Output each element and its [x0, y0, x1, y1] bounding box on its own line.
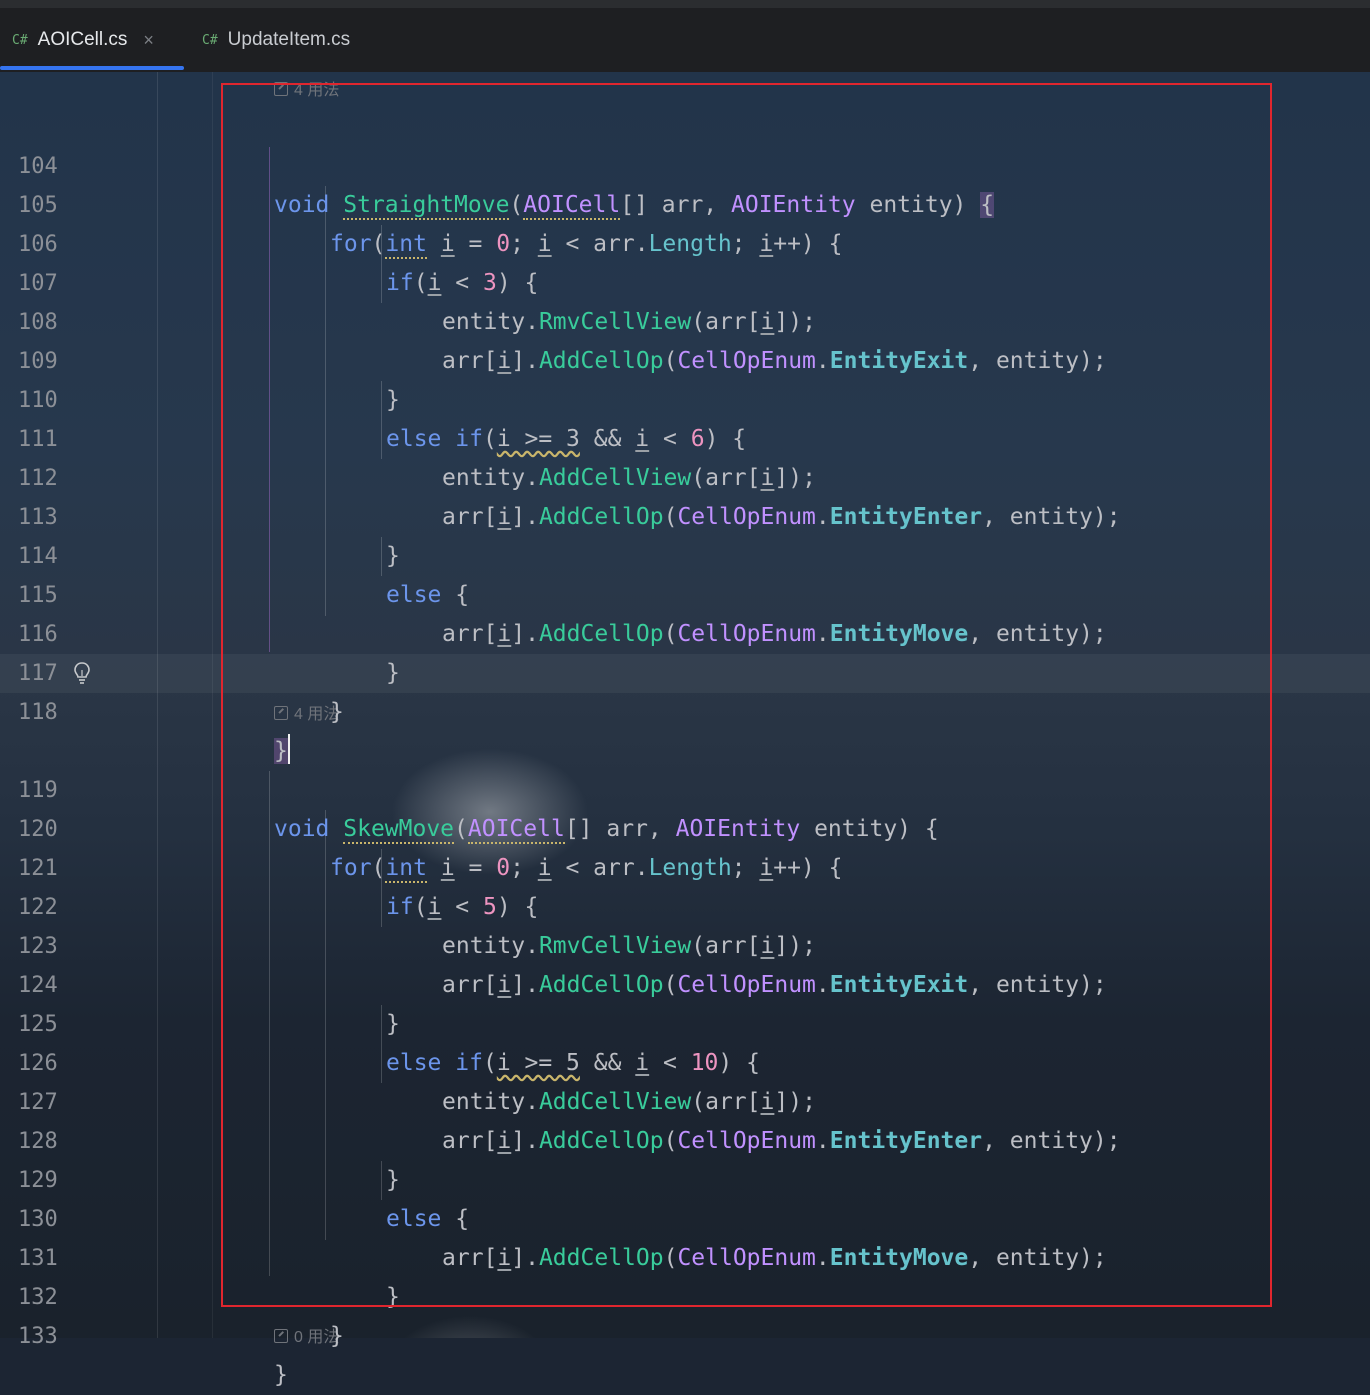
- lightbulb-icon[interactable]: [72, 661, 92, 685]
- active-tab-indicator: [0, 66, 184, 70]
- title-bar: [0, 0, 1370, 8]
- annotation-highlight-box: [221, 83, 1272, 1307]
- tab-aoicell[interactable]: C# AOICell.cs ×: [12, 8, 154, 72]
- csharp-file-icon: C#: [202, 32, 218, 48]
- close-icon[interactable]: ×: [143, 30, 154, 51]
- editor-tab-bar: C# AOICell.cs × C# UpdateItem.cs: [0, 8, 1370, 73]
- code-text: }: [330, 1323, 344, 1349]
- line-number: 133: [18, 1324, 58, 1349]
- tab-label: AOICell.cs: [37, 29, 128, 50]
- usage-icon: [274, 1329, 288, 1343]
- tab-label: UpdateItem.cs: [227, 29, 351, 50]
- tab-updateitem[interactable]: C# UpdateItem.cs: [202, 8, 350, 72]
- csharp-file-icon: C#: [12, 32, 28, 48]
- code-text: }: [274, 1362, 288, 1388]
- line-number: 118: [18, 700, 58, 725]
